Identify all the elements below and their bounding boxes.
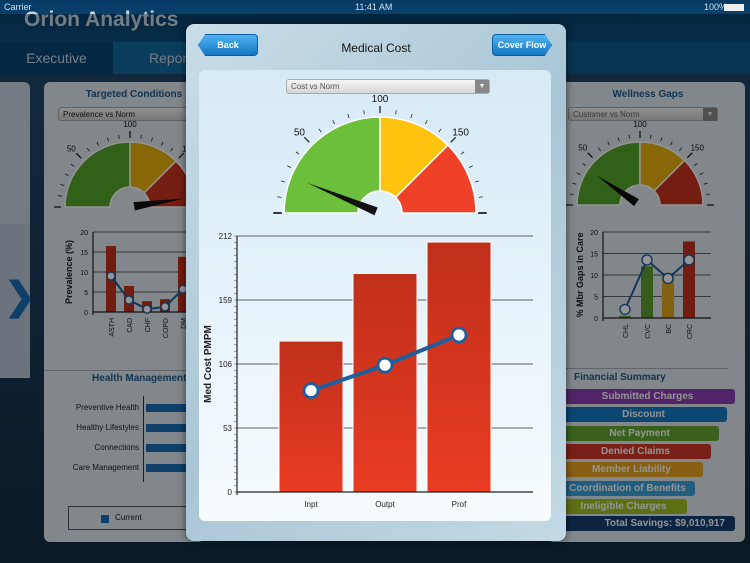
norm-point-inpt [302, 382, 320, 399]
gauge-tick [438, 128, 442, 133]
gauge-tick [277, 196, 282, 198]
gauge-tick-label: 100 [372, 94, 389, 105]
gauge-tick [332, 120, 335, 125]
gauge-tick [303, 136, 310, 143]
y-tick-label: 159 [219, 296, 233, 305]
gauge-tick [395, 110, 397, 115]
gauge-tick-label: 150 [452, 127, 469, 138]
gauge-tick [318, 128, 322, 133]
gauge-tick [347, 113, 350, 119]
gauge-tick [460, 151, 465, 155]
gauge-tick [287, 165, 292, 168]
norm-point-prof [450, 326, 468, 344]
bar-inpt [278, 340, 344, 493]
gauge-tick-label: 50 [294, 127, 306, 138]
norm-point-outpt [376, 356, 394, 374]
gauge-tick [410, 113, 413, 119]
gauge-tick [474, 180, 480, 183]
gauge-tick [280, 180, 286, 183]
x-tick-label: Prof [452, 500, 467, 509]
y-tick-label: 106 [219, 360, 233, 369]
x-tick-label: Inpt [304, 500, 318, 509]
medical-cost-chart: 50 100 150 0 53 106 159 212 Inpt Outpt Prof Med Cos… [203, 94, 533, 509]
gauge-tick [363, 110, 365, 115]
gauge-tick [468, 165, 473, 168]
y-tick-label: 0 [228, 488, 233, 497]
y-tick-label: 212 [219, 232, 233, 241]
gauge-tick [295, 151, 300, 155]
gauge-tick [478, 196, 483, 198]
bar-prof [426, 241, 492, 493]
y-axis-title: Med Cost PMPM [203, 325, 214, 403]
bar-outpt [352, 272, 418, 493]
gauge-tick [425, 120, 428, 125]
y-tick-label: 53 [223, 424, 232, 433]
x-tick-label: Outpt [375, 500, 395, 509]
